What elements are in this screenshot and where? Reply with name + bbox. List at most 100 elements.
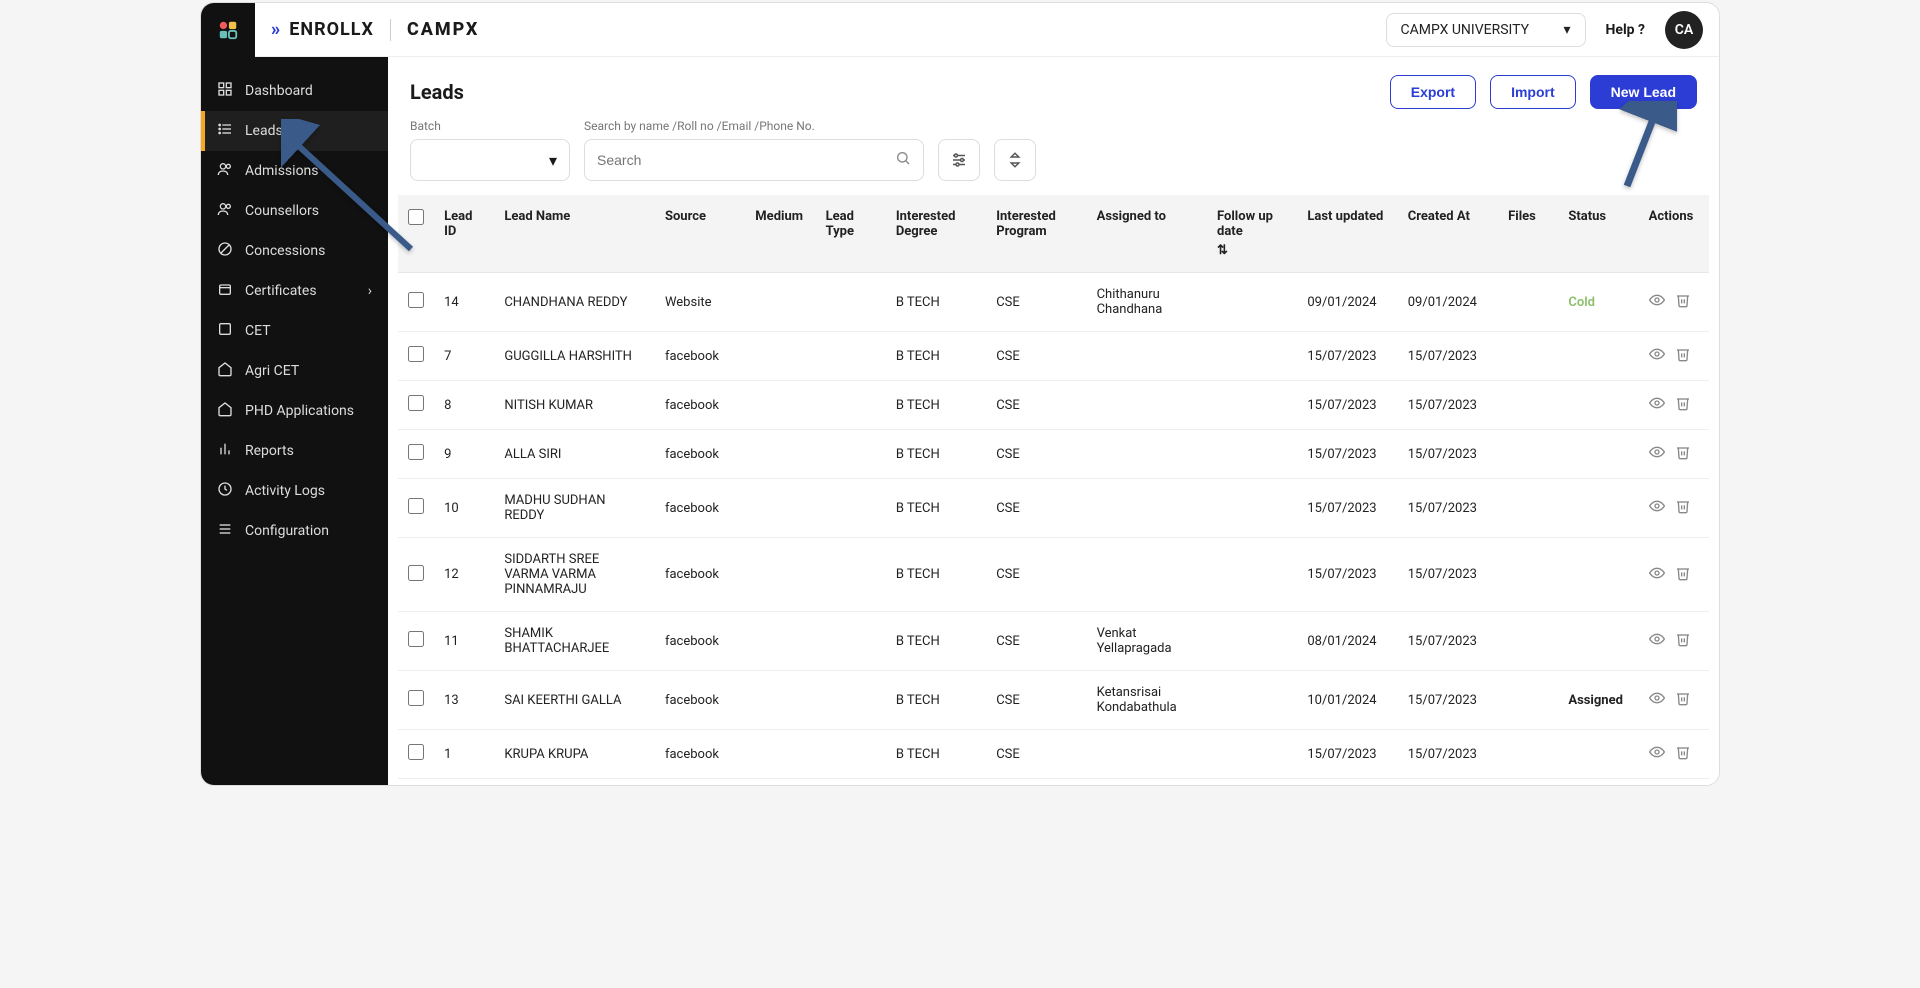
- sort-button[interactable]: [994, 139, 1036, 181]
- delete-icon[interactable]: [1675, 744, 1691, 764]
- view-icon[interactable]: [1649, 565, 1665, 585]
- view-icon[interactable]: [1649, 395, 1665, 415]
- cell-follow: [1207, 430, 1297, 479]
- cell-updated: 15/07/2023: [1297, 332, 1397, 381]
- column-header[interactable]: Medium: [745, 195, 815, 273]
- delete-icon[interactable]: [1675, 346, 1691, 366]
- sidebar-item-concessions[interactable]: Concessions: [201, 231, 388, 271]
- column-header[interactable]: Interested Degree: [886, 195, 986, 273]
- view-icon[interactable]: [1649, 346, 1665, 366]
- cell-medium: [745, 273, 815, 332]
- sidebar-item-reports[interactable]: Reports: [201, 431, 388, 471]
- column-header[interactable]: [398, 195, 434, 273]
- row-checkbox[interactable]: [408, 498, 424, 514]
- sidebar-item-configuration[interactable]: Configuration: [201, 511, 388, 551]
- column-header[interactable]: Source: [655, 195, 745, 273]
- app-launcher-icon[interactable]: [201, 3, 255, 57]
- sidebar-item-counsellors[interactable]: Counsellors: [201, 191, 388, 231]
- row-checkbox[interactable]: [408, 565, 424, 581]
- column-header[interactable]: Created At: [1398, 195, 1498, 273]
- cell-created: 15/07/2023: [1398, 479, 1498, 538]
- import-button[interactable]: Import: [1490, 75, 1576, 109]
- chevrons-icon: »: [271, 19, 281, 40]
- row-checkbox[interactable]: [408, 292, 424, 308]
- delete-icon[interactable]: [1675, 498, 1691, 518]
- cell-assigned: [1087, 538, 1207, 612]
- help-link[interactable]: Help ?: [1606, 22, 1645, 38]
- row-checkbox[interactable]: [408, 395, 424, 411]
- delete-icon[interactable]: [1675, 690, 1691, 710]
- column-header[interactable]: Actions: [1639, 195, 1709, 273]
- sidebar-item-phd-applications[interactable]: PHD Applications: [201, 391, 388, 431]
- column-header[interactable]: Assigned to: [1087, 195, 1207, 273]
- column-header[interactable]: Last updated: [1297, 195, 1397, 273]
- cell-files: [1498, 332, 1558, 381]
- column-header[interactable]: Lead Type: [816, 195, 886, 273]
- column-header[interactable]: Lead Name: [494, 195, 655, 273]
- cell-lead-type: [816, 332, 886, 381]
- view-icon[interactable]: [1649, 631, 1665, 651]
- export-button[interactable]: Export: [1390, 75, 1476, 109]
- cell-lead-type: [816, 381, 886, 430]
- chevron-right-icon: ›: [368, 283, 372, 299]
- select-all-checkbox[interactable]: [408, 209, 424, 225]
- row-checkbox[interactable]: [408, 346, 424, 362]
- delete-icon[interactable]: [1675, 292, 1691, 312]
- sidebar-item-label: Configuration: [245, 523, 329, 539]
- view-icon[interactable]: [1649, 498, 1665, 518]
- row-checkbox[interactable]: [408, 744, 424, 760]
- sidebar-item-admissions[interactable]: Admissions: [201, 151, 388, 191]
- avatar[interactable]: CA: [1665, 11, 1703, 49]
- sidebar-item-dashboard[interactable]: Dashboard: [201, 71, 388, 111]
- cell-source: Website: [655, 273, 745, 332]
- column-header[interactable]: Interested Program: [986, 195, 1086, 273]
- cell-status: [1558, 612, 1638, 671]
- cell-program: CSE: [986, 479, 1086, 538]
- table-row: 1 KRUPA KRUPA facebook B TECH CSE 15/07/…: [398, 730, 1709, 779]
- new-lead-button[interactable]: New Lead: [1590, 75, 1697, 109]
- search-icon: [895, 150, 911, 170]
- delete-icon[interactable]: [1675, 565, 1691, 585]
- sidebar-item-leads[interactable]: Leads: [201, 111, 388, 151]
- view-icon[interactable]: [1649, 744, 1665, 764]
- batch-select[interactable]: ▾: [410, 139, 570, 181]
- search-input[interactable]: [597, 152, 911, 168]
- sidebar-item-agri-cet[interactable]: Agri CET: [201, 351, 388, 391]
- cell-program: CSE: [986, 332, 1086, 381]
- university-select[interactable]: CAMPX UNIVERSITY ▾: [1386, 13, 1586, 47]
- filter-settings-button[interactable]: [938, 139, 980, 181]
- row-checkbox[interactable]: [408, 444, 424, 460]
- column-header[interactable]: Lead ID: [434, 195, 494, 273]
- column-header[interactable]: Files: [1498, 195, 1558, 273]
- delete-icon[interactable]: [1675, 395, 1691, 415]
- row-checkbox[interactable]: [408, 690, 424, 706]
- sidebar-item-certificates[interactable]: Certificates›: [201, 271, 388, 311]
- view-icon[interactable]: [1649, 690, 1665, 710]
- cell-status: Assigned: [1558, 671, 1638, 730]
- cell-lead-name: GUGGILLA HARSHITH: [494, 332, 655, 381]
- column-header[interactable]: Status: [1558, 195, 1638, 273]
- sidebar-item-cet[interactable]: CET: [201, 311, 388, 351]
- cell-lead-id: 13: [434, 671, 494, 730]
- delete-icon[interactable]: [1675, 631, 1691, 651]
- cell-lead-id: 11: [434, 612, 494, 671]
- cell-files: [1498, 538, 1558, 612]
- cell-source: facebook: [655, 332, 745, 381]
- cell-program: CSE: [986, 730, 1086, 779]
- row-checkbox[interactable]: [408, 631, 424, 647]
- cell-status: [1558, 479, 1638, 538]
- view-icon[interactable]: [1649, 292, 1665, 312]
- view-icon[interactable]: [1649, 444, 1665, 464]
- cell-degree: B TECH: [886, 381, 986, 430]
- table-row: 12 SIDDARTH SREE VARMA VARMA PINNAMRAJU …: [398, 538, 1709, 612]
- cell-created: 15/07/2023: [1398, 730, 1498, 779]
- cell-lead-type: [816, 479, 886, 538]
- cell-medium: [745, 430, 815, 479]
- column-header[interactable]: Follow up date⇅: [1207, 195, 1297, 273]
- leads-table: Lead IDLead NameSourceMediumLead TypeInt…: [398, 195, 1709, 779]
- university-label: CAMPX UNIVERSITY: [1401, 22, 1530, 38]
- topbar: » ENROLLX CAMPX CAMPX UNIVERSITY ▾ Help …: [255, 3, 1719, 57]
- sidebar-item-activity-logs[interactable]: Activity Logs: [201, 471, 388, 511]
- cell-status: Cold: [1558, 273, 1638, 332]
- delete-icon[interactable]: [1675, 444, 1691, 464]
